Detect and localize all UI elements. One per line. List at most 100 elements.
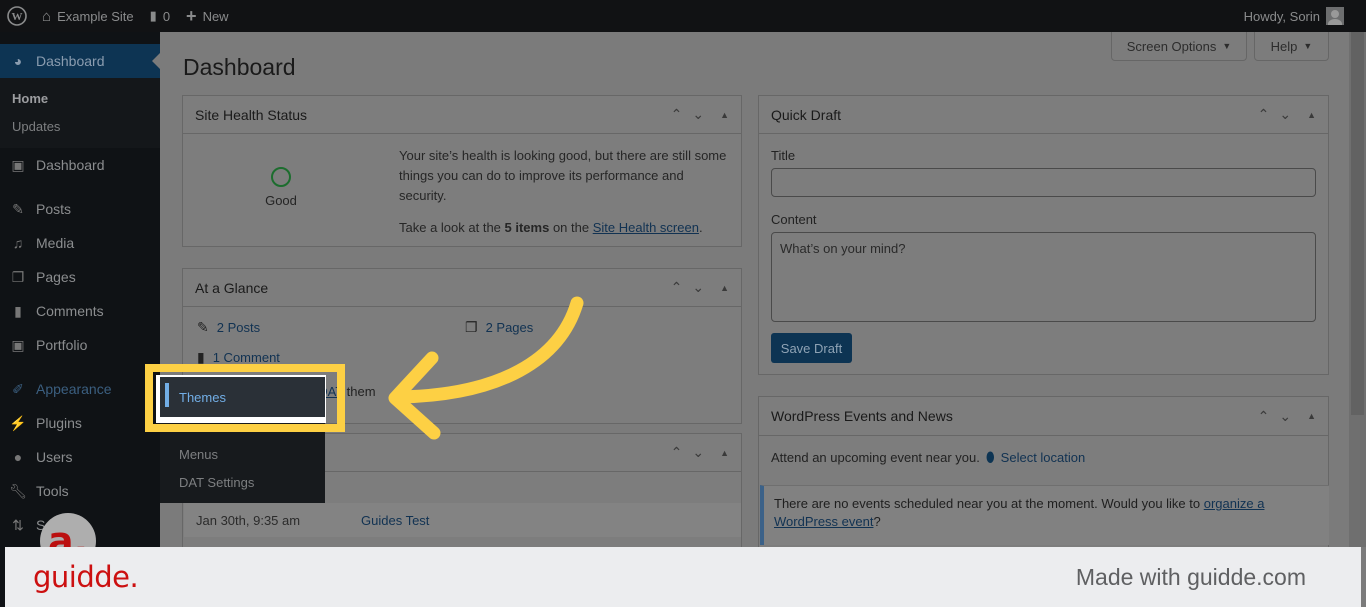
comment-icon: ▮ xyxy=(149,8,157,23)
submenu-updates[interactable]: Updates xyxy=(0,112,160,140)
made-with-guidde: Made with guidde.com xyxy=(1075,563,1306,590)
activity-row: Jan 30th, 9:35 am Guides Test xyxy=(184,503,741,537)
select-location-button[interactable]: Select location xyxy=(1001,450,1086,465)
flyout-item-dat-settings[interactable]: DAT Settings xyxy=(160,468,254,496)
sidebar-item-appearance[interactable]: ✐ Appearance xyxy=(0,372,160,406)
items-count: 5 items xyxy=(504,220,550,235)
scrollbar-thumb[interactable] xyxy=(1351,32,1364,415)
help-label: Help xyxy=(1270,38,1298,54)
svg-text:W: W xyxy=(12,11,23,23)
content-textarea[interactable]: What’s on your mind? xyxy=(771,232,1316,322)
attend-text: Attend an upcoming event near you. xyxy=(771,450,980,465)
sidebar-item-media[interactable]: ♫ Media xyxy=(0,226,160,260)
sidebar-item-label: Posts xyxy=(36,201,72,217)
health-text: Your site’s health is looking good, but … xyxy=(399,146,734,238)
toggle-panel-icon[interactable]: ▲ xyxy=(1307,411,1316,421)
health-message: Your site’s health is looking good, but … xyxy=(399,148,727,203)
submenu-home[interactable]: Home xyxy=(0,84,160,112)
sidebar-item-plugins[interactable]: ⚡ Plugins xyxy=(0,406,160,440)
posts-count-link[interactable]: ✎ 2 Posts xyxy=(197,319,260,336)
a3-icon: ▣ xyxy=(11,156,25,173)
sidebar-item-dashboard[interactable]: ▣ Dashboard xyxy=(0,148,160,182)
wrench-icon: 🔧︎ xyxy=(9,482,27,499)
media-icon: ♫ xyxy=(12,235,24,251)
comments-count: 0 xyxy=(162,8,171,24)
sidebar-item-label: Pages xyxy=(36,269,76,285)
sidebar-item-label: Tools xyxy=(36,483,69,499)
save-draft-button[interactable]: Save Draft xyxy=(771,333,852,363)
guidde-logo: guidde. xyxy=(33,560,139,594)
title-input[interactable] xyxy=(771,168,1316,197)
screen-options-button[interactable]: Screen Options ▼ xyxy=(1111,32,1247,61)
health-ring-icon xyxy=(271,167,291,187)
health-indicator: Good xyxy=(183,135,379,208)
comments-link[interactable]: ▮ 0 xyxy=(142,0,178,32)
my-account-link[interactable]: Howdy, Sorin xyxy=(1236,0,1366,32)
pages-count-link[interactable]: ❐ 2 Pages xyxy=(465,319,533,336)
sidebar-item-comments[interactable]: ▮ Comments xyxy=(0,294,160,328)
move-down-icon[interactable]: ⌄ xyxy=(692,106,704,123)
quick-draft-widget: Quick Draft ⌃ ⌄ ▲ Title Content What’s o… xyxy=(758,95,1329,375)
sidebar-item-label: Users xyxy=(36,449,73,465)
move-down-icon[interactable]: ⌄ xyxy=(692,279,704,296)
health-status: Good xyxy=(265,193,297,208)
pages-count: 2 Pages xyxy=(485,320,534,335)
sidebar-item-dashboard-current[interactable]: ◕ Dashboard xyxy=(0,44,160,78)
sidebar-item-users[interactable]: ● Users xyxy=(0,440,160,474)
settings-icon: ⇅ xyxy=(12,516,24,533)
posts-count: 2 Posts xyxy=(216,320,261,335)
activity-date: Jan 30th, 9:35 am xyxy=(196,512,301,528)
plug-icon: ⚡ xyxy=(9,414,27,431)
move-up-icon[interactable]: ⌃ xyxy=(1258,106,1270,123)
wordpress-logo-button[interactable]: W xyxy=(0,0,34,32)
comment-icon: ▮ xyxy=(14,302,22,319)
sidebar-item-label: Dashboard xyxy=(36,53,105,69)
pages-icon: ❐ xyxy=(465,319,478,335)
sidebar-item-posts[interactable]: ✎ Posts xyxy=(0,192,160,226)
help-button[interactable]: Help ▼ xyxy=(1254,32,1329,61)
widget-header: At a Glance ⌃ ⌄ ▲ xyxy=(183,269,741,307)
pin-icon: ✎ xyxy=(12,200,24,217)
toggle-panel-icon[interactable]: ▲ xyxy=(720,448,729,458)
move-down-icon[interactable]: ⌄ xyxy=(1279,106,1291,123)
home-icon: ⌂ xyxy=(42,7,52,25)
widget-header: Site Health Status ⌃ ⌄ ▲ xyxy=(183,96,741,134)
attend-event-line: Attend an upcoming event near you. ⬮ Sel… xyxy=(771,449,1085,466)
sidebar-item-label: Appearance xyxy=(36,381,112,397)
widget-title: At a Glance xyxy=(195,279,269,296)
move-up-icon[interactable]: ⌃ xyxy=(671,279,683,296)
toggle-panel-icon[interactable]: ▲ xyxy=(720,110,729,120)
sidebar-item-portfolio[interactable]: ▣ Portfolio xyxy=(0,328,160,362)
site-name-link[interactable]: ⌂ Example Site xyxy=(34,0,142,32)
sidebar-item-pages[interactable]: ❐ Pages xyxy=(0,260,160,294)
sidebar-item-label: Media xyxy=(36,235,75,251)
flyout-item-menus[interactable]: Menus xyxy=(160,440,218,468)
sidebar-item-label: Dashboard xyxy=(36,157,105,173)
brush-icon: ✐ xyxy=(12,380,24,397)
toggle-panel-icon[interactable]: ▲ xyxy=(720,283,729,293)
widget-header: Quick Draft ⌃ ⌄ ▲ xyxy=(759,96,1328,134)
move-up-icon[interactable]: ⌃ xyxy=(671,444,683,461)
dashboard-gauge-icon: ◕ xyxy=(13,53,23,69)
move-up-icon[interactable]: ⌃ xyxy=(671,106,683,123)
content-label: Content xyxy=(771,212,817,227)
sidebar-item-label: Plugins xyxy=(36,415,82,431)
site-health-link[interactable]: Site Health screen xyxy=(593,220,699,235)
guidde-footer: guidde. Made with guidde.com xyxy=(5,547,1361,607)
new-label: New xyxy=(202,8,229,24)
caret-down-icon: ▼ xyxy=(1303,41,1313,51)
move-down-icon[interactable]: ⌄ xyxy=(692,444,704,461)
pages-icon: ❐ xyxy=(11,268,25,285)
site-health-widget: Site Health Status ⌃ ⌄ ▲ Good Your site’… xyxy=(182,95,742,247)
title-label: Title xyxy=(771,148,796,163)
page-title: Dashboard xyxy=(183,54,296,80)
toggle-panel-icon[interactable]: ▲ xyxy=(1307,110,1316,120)
move-up-icon[interactable]: ⌃ xyxy=(1258,408,1270,425)
health-items-line: Take a look at the 5 items on the Site H… xyxy=(399,220,703,235)
activity-post-link[interactable]: Guides Test xyxy=(361,513,429,528)
new-content-link[interactable]: + New xyxy=(178,0,237,32)
move-down-icon[interactable]: ⌄ xyxy=(1279,408,1291,425)
site-name: Example Site xyxy=(57,8,134,24)
sidebar-item-tools[interactable]: 🔧︎ Tools xyxy=(0,474,160,508)
widget-title: Site Health Status xyxy=(195,106,308,123)
